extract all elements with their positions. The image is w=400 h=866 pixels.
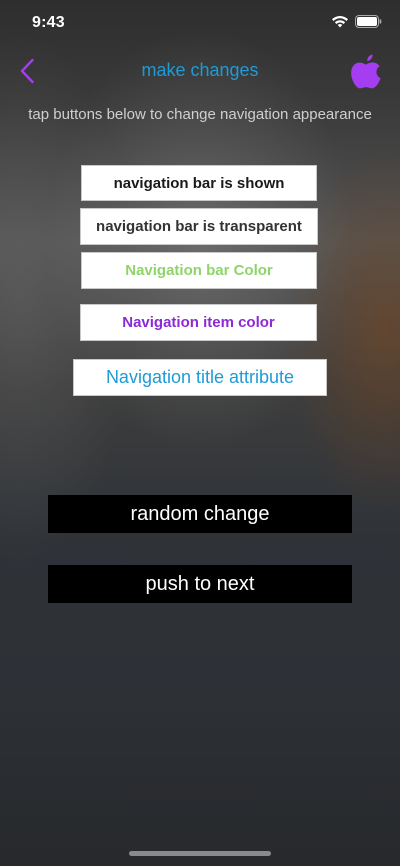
wifi-icon <box>332 16 348 28</box>
navigation-item-color-button[interactable]: Navigation item color <box>80 304 317 341</box>
status-time: 9:43 <box>32 14 65 31</box>
navigation-bar-shown-button[interactable]: navigation bar is shown <box>81 165 317 201</box>
navigation-title-attribute-label: Navigation title attribute <box>105 367 295 387</box>
battery-icon <box>355 15 382 28</box>
navigation-bar-color-label: Navigation bar Color <box>125 262 273 279</box>
navigation-bar-shown-label: navigation bar is shown <box>113 174 285 192</box>
random-change-button[interactable]: random change <box>48 495 352 533</box>
nav-title: make changes <box>141 60 259 80</box>
status-bar: 9:43 <box>0 0 400 48</box>
navigation-bar-transparent-label: navigation bar is transparent <box>96 218 302 235</box>
apple-logo-icon <box>351 54 381 89</box>
navigation-title-attribute-button[interactable]: Navigation title attribute <box>73 359 327 396</box>
navigation-bar-transparent-button[interactable]: navigation bar is transparent <box>80 208 318 245</box>
random-change-label: random change <box>130 502 270 525</box>
navigation-bar: make changes <box>0 48 400 94</box>
apple-button[interactable] <box>348 52 384 90</box>
status-icons <box>331 15 382 28</box>
navigation-item-color-label: Navigation item color <box>122 314 275 331</box>
home-indicator[interactable] <box>129 851 271 856</box>
push-to-next-label: push to next <box>145 572 255 595</box>
navigation-bar-color-button[interactable]: Navigation bar Color <box>81 252 317 289</box>
push-to-next-button[interactable]: push to next <box>48 565 352 603</box>
instruction-text: tap buttons below to change navigation a… <box>28 106 372 123</box>
